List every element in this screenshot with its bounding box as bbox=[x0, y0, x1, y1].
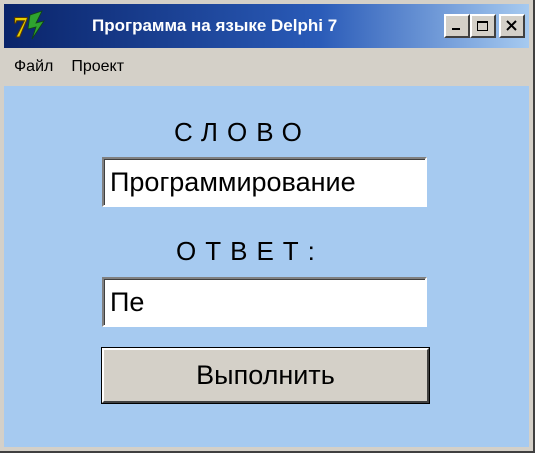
form-client-area: СЛОВО Программирование ОТВЕТ: Пе Выполни… bbox=[4, 86, 529, 447]
close-button[interactable] bbox=[499, 14, 525, 38]
maximize-button[interactable] bbox=[470, 14, 496, 38]
menu-bar: Файл Проект bbox=[4, 50, 529, 84]
delphi-7-icon[interactable]: 7 bbox=[10, 7, 48, 45]
answer-label: ОТВЕТ: bbox=[176, 236, 324, 266]
maximize-icon bbox=[477, 21, 488, 31]
svg-text:7: 7 bbox=[13, 11, 28, 43]
title-bar[interactable]: 7 Программа на языке Delphi 7 bbox=[4, 4, 529, 48]
window-controls bbox=[444, 14, 525, 38]
answer-output[interactable]: Пе bbox=[102, 277, 427, 327]
word-input[interactable]: Программирование bbox=[102, 157, 427, 207]
word-label: СЛОВО bbox=[174, 117, 311, 147]
run-button[interactable]: Выполнить bbox=[101, 347, 430, 404]
minimize-icon bbox=[452, 28, 460, 30]
close-icon bbox=[506, 20, 517, 31]
menu-item-project[interactable]: Проект bbox=[63, 58, 132, 76]
app-window: 7 Программа на языке Delphi 7 Файл Проек… bbox=[0, 0, 535, 453]
window-title: Программа на языке Delphi 7 bbox=[92, 16, 338, 35]
menu-item-file[interactable]: Файл bbox=[6, 58, 61, 76]
minimize-button[interactable] bbox=[444, 14, 470, 38]
